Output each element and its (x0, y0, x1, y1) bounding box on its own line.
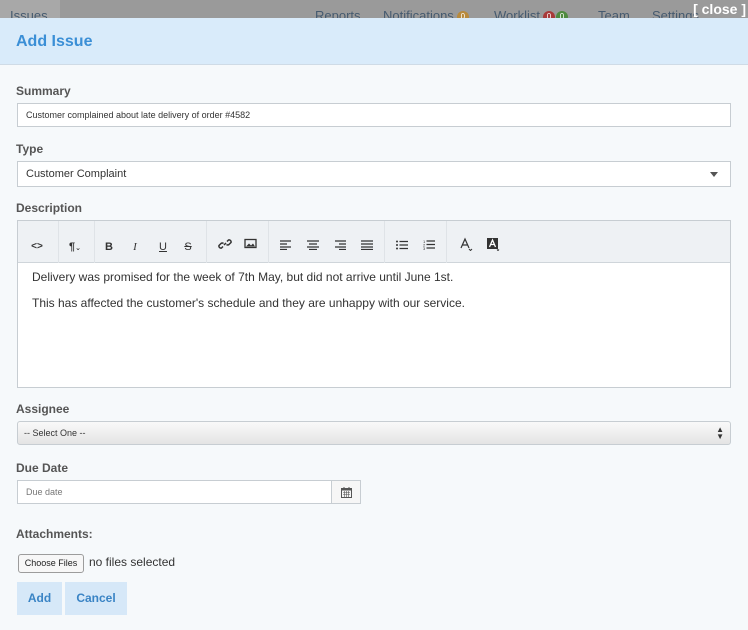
cancel-button[interactable]: Cancel (65, 582, 127, 615)
description-paragraph: This has affected the customer's schedul… (32, 296, 465, 310)
highlight-color-icon[interactable] (483, 237, 503, 257)
assignee-label: Assignee (16, 402, 70, 416)
toolbar-divider (58, 221, 59, 263)
type-select[interactable]: Customer Complaint (17, 161, 731, 187)
modal-title: Add Issue (16, 33, 93, 50)
assignee-select[interactable]: -- Select One -- ▲ ▼ (17, 421, 731, 445)
description-editor: <> ¶⌄ B I U S 1 2 3 Delivery was promise… (17, 220, 731, 388)
italic-icon[interactable]: I (125, 237, 145, 257)
underline-icon[interactable]: U (153, 237, 173, 257)
chevron-down-icon (710, 172, 718, 177)
toolbar-divider (384, 221, 385, 263)
align-left-icon[interactable] (276, 237, 296, 257)
toolbar-divider (206, 221, 207, 263)
choose-files-button[interactable]: Choose Files (18, 554, 84, 573)
updown-arrows-icon: ▲ ▼ (716, 425, 724, 441)
calendar-icon (341, 487, 352, 498)
toolbar-divider (268, 221, 269, 263)
numbered-list-icon[interactable]: 123 (419, 237, 439, 257)
bulleted-list-icon[interactable] (392, 237, 412, 257)
file-status-text: no files selected (89, 555, 176, 569)
code-view-icon[interactable]: <> (27, 237, 47, 257)
assignee-select-value: -- Select One -- (24, 428, 86, 438)
editor-toolbar: <> ¶⌄ B I U S 1 2 3 (18, 221, 730, 263)
summary-label: Summary (16, 84, 71, 98)
align-center-icon[interactable] (303, 237, 323, 257)
strikethrough-icon[interactable]: S (178, 237, 198, 257)
type-label: Type (16, 142, 44, 156)
editor-content[interactable]: Delivery was promised for the week of 7t… (18, 263, 730, 329)
nav-tab-issues: Issues (0, 0, 60, 23)
toolbar-divider (446, 221, 447, 263)
link-icon[interactable] (215, 237, 235, 257)
paragraph-style-icon[interactable]: ¶⌄ (65, 237, 85, 257)
description-label: Description (16, 201, 83, 215)
toolbar-divider (94, 221, 95, 263)
bold-icon[interactable]: B (99, 237, 119, 257)
align-right-icon[interactable] (330, 237, 350, 257)
add-button[interactable]: Add (17, 582, 62, 615)
close-modal-link[interactable]: [ close ] (693, 1, 746, 17)
font-color-icon[interactable] (456, 237, 476, 257)
add-issue-modal: Add Issue Summary Customer complained ab… (0, 18, 748, 630)
type-select-value: Customer Complaint (26, 168, 127, 180)
modal-header: Add Issue (0, 18, 748, 65)
attachments-label: Attachments: (16, 527, 93, 541)
due-date-input[interactable]: Due date (17, 480, 332, 504)
description-paragraph: Delivery was promised for the week of 7t… (32, 270, 454, 284)
due-date-label: Due Date (16, 461, 69, 475)
svg-text:3: 3 (423, 246, 426, 250)
calendar-button[interactable] (331, 480, 361, 504)
image-icon[interactable] (241, 237, 261, 257)
justify-icon[interactable] (357, 237, 377, 257)
summary-input[interactable]: Customer complained about late delivery … (17, 103, 731, 127)
